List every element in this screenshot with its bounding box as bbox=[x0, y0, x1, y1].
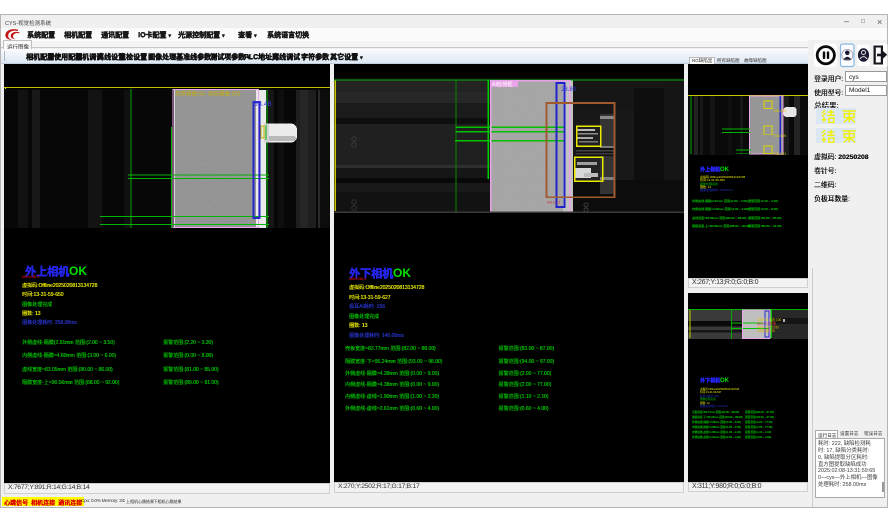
svg-text:TAB:0.95: TAB:0.95 bbox=[773, 134, 786, 138]
svg-text:TAB:0.91: TAB:0.91 bbox=[773, 152, 786, 155]
svg-text:NG:0.73: NG:0.73 bbox=[547, 201, 560, 205]
svg-text:AI检测框:OK: AI检测框:OK bbox=[757, 328, 776, 333]
svg-text:灰阶阈值:93, 动态阈值:100: 灰阶阈值:93, 动态阈值:100 bbox=[175, 90, 240, 98]
svg-text:AI检测框: AI检测框 bbox=[492, 80, 512, 88]
svg-text:93.48: 93.48 bbox=[254, 101, 272, 108]
svg-text:23.80: 23.80 bbox=[561, 87, 577, 93]
svg-text:TAB:0.93: TAB:0.93 bbox=[773, 109, 786, 113]
